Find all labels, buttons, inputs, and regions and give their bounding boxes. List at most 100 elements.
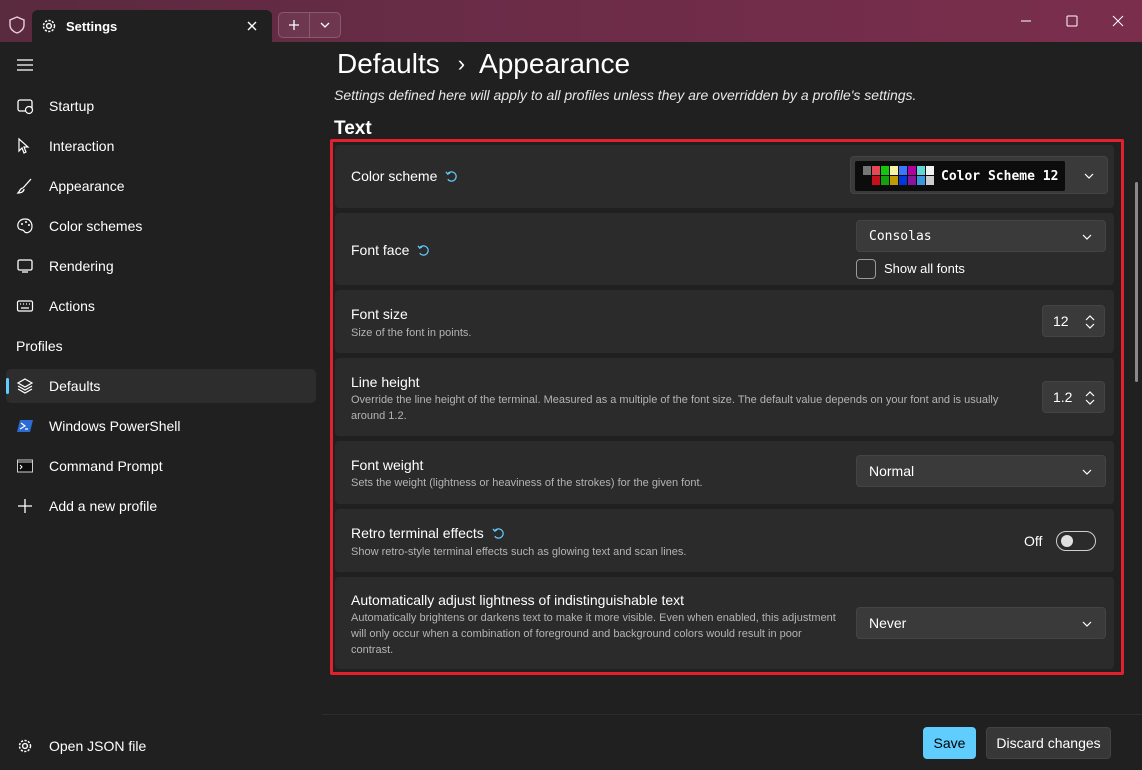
- font-size-value: 12: [1053, 313, 1069, 329]
- plus-icon: [18, 499, 32, 513]
- color-swatch: [926, 166, 934, 175]
- adjust-lightness-value: Never: [869, 615, 907, 631]
- gear-icon: [42, 19, 56, 33]
- minimize-icon: [1021, 20, 1031, 22]
- reset-icon[interactable]: [417, 244, 430, 257]
- sidebar-item-windows-powershell[interactable]: Windows PowerShell: [6, 409, 316, 443]
- font-size-description: Size of the font in points.: [351, 327, 472, 339]
- scheme-name: Color Scheme 12: [941, 168, 1059, 184]
- retro-toggle-state: Off: [1024, 533, 1043, 549]
- scheme-swatches: [863, 166, 935, 186]
- font-face-value: Consolas: [869, 228, 932, 244]
- title-bar: Settings: [0, 0, 1142, 42]
- sidebar-item-actions[interactable]: Actions: [6, 289, 316, 323]
- color-swatch: [863, 166, 871, 175]
- shield-icon: [9, 16, 25, 34]
- font-size-label: Font size: [351, 306, 408, 322]
- scrollbar[interactable]: [1135, 182, 1138, 382]
- sidebar-item-rendering[interactable]: Rendering: [6, 249, 316, 283]
- font-size-stepper[interactable]: 12: [1042, 305, 1105, 337]
- retro-effects-toggle[interactable]: [1056, 531, 1096, 551]
- sidebar-item-appearance[interactable]: Appearance: [6, 169, 316, 203]
- breadcrumb-defaults[interactable]: Defaults: [337, 48, 440, 80]
- new-tab-button[interactable]: [279, 13, 309, 37]
- hamburger-menu-icon[interactable]: [16, 58, 34, 72]
- plus-icon: [289, 20, 299, 30]
- minimize-button[interactable]: [1016, 12, 1036, 30]
- adjust-lightness-label: Automatically adjust lightness of indist…: [351, 592, 685, 608]
- color-swatch: [881, 176, 889, 185]
- retro-effects-description: Show retro-style terminal effects such a…: [351, 546, 687, 558]
- sidebar-item-add-profile[interactable]: Add a new profile: [6, 489, 316, 523]
- section-title: Text: [334, 118, 372, 139]
- line-height-stepper[interactable]: 1.2: [1042, 381, 1105, 413]
- chevron-down-icon: [1082, 621, 1092, 627]
- color-swatch: [917, 176, 925, 185]
- sidebar-item-startup[interactable]: Startup: [6, 89, 316, 123]
- font-weight-label: Font weight: [351, 457, 424, 473]
- breadcrumb-chevron-icon: ›: [457, 51, 466, 76]
- toggle-knob: [1061, 535, 1073, 547]
- open-json-button[interactable]: Open JSON file: [6, 729, 316, 763]
- color-scheme-dropdown[interactable]: Color Scheme 12: [850, 156, 1108, 194]
- adjust-lightness-setting: Automatically adjust lightness of indist…: [335, 577, 1114, 669]
- chevron-down-icon: [320, 22, 330, 28]
- save-button[interactable]: Save: [923, 727, 976, 759]
- sidebar-item-color-schemes[interactable]: Color schemes: [6, 209, 316, 243]
- sidebar-item-defaults[interactable]: Defaults: [6, 369, 316, 403]
- color-swatch: [908, 176, 916, 185]
- show-all-fonts-checkbox[interactable]: [856, 259, 876, 279]
- spinner-icon[interactable]: [1084, 390, 1096, 406]
- sidebar-item-interaction[interactable]: Interaction: [6, 129, 316, 163]
- footer-bar: Save Discard changes: [322, 714, 1142, 770]
- interaction-icon: [18, 137, 30, 154]
- spinner-icon[interactable]: [1084, 314, 1096, 330]
- sidebar-item-label: Command Prompt: [49, 458, 163, 474]
- sidebar-item-label: Defaults: [49, 378, 101, 394]
- color-swatch: [881, 166, 889, 175]
- chevron-down-icon: [1084, 173, 1094, 179]
- discard-changes-button[interactable]: Discard changes: [986, 727, 1111, 759]
- setting-title: Font face: [351, 242, 430, 258]
- maximize-button[interactable]: [1062, 12, 1082, 30]
- scheme-preview: Color Scheme 12: [855, 161, 1065, 191]
- sidebar-item-label: Interaction: [49, 138, 115, 154]
- chevron-down-icon: [1082, 234, 1092, 240]
- sidebar-item-label: Color schemes: [49, 218, 143, 234]
- reset-icon[interactable]: [492, 527, 505, 540]
- new-tab-group: [278, 12, 341, 38]
- close-tab-icon[interactable]: [244, 18, 260, 34]
- color-swatch: [872, 176, 880, 185]
- color-swatch: [899, 166, 907, 175]
- color-swatch: [872, 166, 880, 175]
- font-weight-value: Normal: [869, 463, 915, 479]
- color-swatch: [890, 166, 898, 175]
- close-icon: [1112, 15, 1124, 27]
- adjust-lightness-dropdown[interactable]: Never: [856, 607, 1106, 639]
- color-swatch: [908, 166, 916, 175]
- color-swatch: [890, 176, 898, 185]
- font-face-dropdown[interactable]: Consolas: [856, 220, 1106, 252]
- line-height-setting: Line height Override the line height of …: [335, 358, 1114, 436]
- show-all-fonts-label: Show all fonts: [884, 261, 965, 276]
- layers-icon: [16, 378, 34, 394]
- font-face-label: Font face: [351, 242, 410, 258]
- retro-effects-setting: Retro terminal effects Show retro-style …: [335, 509, 1114, 572]
- settings-tab[interactable]: Settings: [32, 10, 272, 42]
- paintbrush-icon: [16, 178, 32, 194]
- page-subtitle: Settings defined here will apply to all …: [334, 87, 917, 103]
- monitor-icon: [17, 259, 33, 273]
- color-swatch: [863, 176, 871, 185]
- new-tab-dropdown-button[interactable]: [310, 13, 340, 37]
- line-height-label: Line height: [351, 374, 420, 390]
- close-window-button[interactable]: [1108, 12, 1128, 30]
- color-swatch: [926, 176, 934, 185]
- sidebar-item-command-prompt[interactable]: Command Prompt: [6, 449, 316, 483]
- reset-icon[interactable]: [445, 170, 458, 183]
- font-weight-dropdown[interactable]: Normal: [856, 455, 1106, 487]
- sidebar-item-label: Startup: [49, 98, 95, 114]
- maximize-icon: [1066, 15, 1078, 27]
- font-weight-description: Sets the weight (lightness or heaviness …: [351, 477, 703, 489]
- breadcrumb: Defaults › Appearance: [337, 48, 630, 80]
- retro-effects-label: Retro terminal effects: [351, 525, 484, 541]
